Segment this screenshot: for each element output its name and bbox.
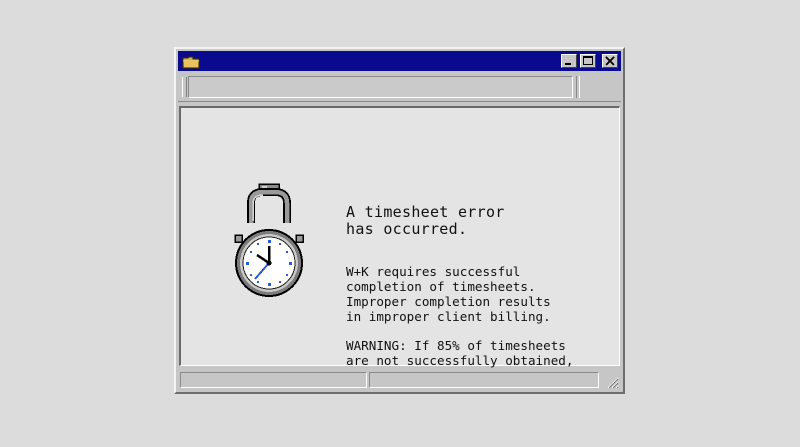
minimize-icon [565, 63, 571, 65]
close-button[interactable] [602, 54, 618, 68]
maximize-button[interactable] [580, 54, 596, 68]
address-field[interactable] [188, 76, 573, 98]
stopwatch-icon [233, 183, 305, 301]
error-heading: A timesheet error has occurred. [346, 203, 505, 238]
close-icon [605, 56, 615, 66]
dialog-window: A timesheet error has occurred. W+K requ… [174, 47, 625, 394]
message-area: A timesheet error has occurred. W+K requ… [179, 106, 620, 383]
status-panel-left [180, 372, 367, 388]
status-bar [178, 370, 621, 390]
resize-grip-icon[interactable] [605, 374, 619, 389]
toolbar-separator [576, 76, 580, 98]
toolbar-grip[interactable] [182, 77, 187, 97]
toolbar [178, 73, 621, 102]
title-bar[interactable] [178, 51, 621, 71]
maximize-icon [583, 56, 593, 65]
minimize-button[interactable] [561, 54, 577, 68]
status-panel-right [369, 372, 599, 388]
error-description: W+K requires successful completion of ti… [346, 264, 551, 324]
folder-icon [182, 54, 200, 69]
